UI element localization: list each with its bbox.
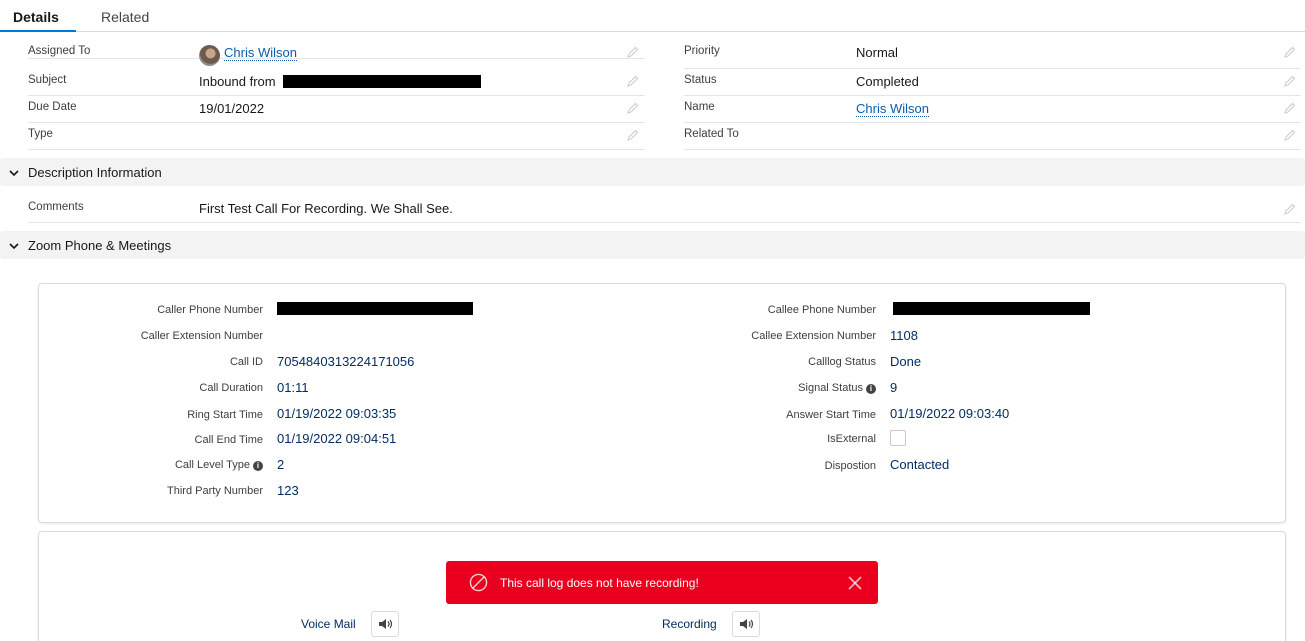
field-type: Type bbox=[28, 123, 645, 150]
tab-related[interactable]: Related bbox=[101, 0, 149, 32]
priority-value: Normal bbox=[856, 45, 898, 60]
voice-mail-play-button[interactable] bbox=[371, 611, 399, 637]
calllog-status-value: Done bbox=[890, 354, 922, 369]
third-party-value: 123 bbox=[277, 483, 299, 498]
section-zoom-phone[interactable]: Zoom Phone & Meetings bbox=[0, 231, 1305, 259]
signal-status-value: 9 bbox=[890, 380, 898, 395]
name-link[interactable]: Chris Wilson bbox=[856, 102, 929, 117]
call-level-type-text: Call Level Type bbox=[174, 459, 250, 471]
field-comments: Comments First Test Call For Recording. … bbox=[28, 196, 1301, 223]
edit-pencil-icon[interactable] bbox=[627, 75, 639, 87]
speaker-icon bbox=[379, 619, 393, 629]
subject-value: Inbound from bbox=[199, 74, 482, 89]
signal-status-label: Signal Status i bbox=[798, 382, 876, 394]
call-duration-value: 01:11 bbox=[277, 380, 309, 395]
third-party-label: Third Party Number bbox=[167, 485, 263, 497]
ban-icon bbox=[469, 573, 488, 592]
due-date-label: Due Date bbox=[28, 101, 77, 113]
edit-pencil-icon[interactable] bbox=[627, 46, 639, 58]
ring-start-label: Ring Start Time bbox=[187, 409, 263, 421]
recording-label: Recording bbox=[662, 617, 717, 631]
toast-message: This call log does not have recording! bbox=[500, 576, 699, 590]
tab-details[interactable]: Details bbox=[0, 0, 76, 32]
callee-extension-label: Callee Extension Number bbox=[751, 330, 876, 342]
field-priority: Priority Normal bbox=[684, 32, 1301, 69]
status-label: Status bbox=[684, 74, 717, 86]
field-status: Status Completed bbox=[684, 69, 1301, 96]
comments-value: First Test Call For Recording. We Shall … bbox=[199, 201, 453, 216]
caller-extension-label: Caller Extension Number bbox=[140, 330, 263, 342]
disposition-label: Dispostion bbox=[824, 460, 876, 472]
avatar bbox=[199, 45, 220, 66]
call-id-label: Call ID bbox=[229, 356, 263, 368]
assigned-to-link[interactable]: Chris Wilson bbox=[224, 45, 297, 61]
ring-start-value: 01/19/2022 09:03:35 bbox=[277, 406, 397, 421]
answer-start-value: 01/19/2022 09:03:40 bbox=[890, 406, 1010, 421]
edit-pencil-icon[interactable] bbox=[1284, 75, 1296, 87]
status-value: Completed bbox=[856, 74, 919, 89]
subject-text: Inbound from bbox=[199, 74, 276, 89]
call-id-value: 7054840313224171056 bbox=[277, 354, 415, 369]
answer-start-label: Answer Start Time bbox=[786, 409, 876, 421]
is-external-checkbox[interactable] bbox=[890, 430, 906, 446]
subject-label: Subject bbox=[28, 74, 67, 86]
record-tabs: Details Related bbox=[0, 0, 1305, 32]
redacted-block bbox=[893, 302, 1090, 315]
field-subject: Subject Inbound from bbox=[28, 69, 645, 96]
related-to-label: Related To bbox=[684, 128, 739, 140]
call-level-type-value: 2 bbox=[277, 457, 285, 472]
info-icon[interactable]: i bbox=[866, 384, 876, 394]
disposition-value: Contacted bbox=[890, 457, 950, 472]
voice-mail-label: Voice Mail bbox=[301, 617, 356, 631]
section-title: Zoom Phone & Meetings bbox=[28, 238, 172, 253]
recording-play-button[interactable] bbox=[732, 611, 760, 637]
section-description[interactable]: Description Information bbox=[0, 158, 1305, 186]
call-end-value: 01/19/2022 09:04:51 bbox=[277, 431, 397, 446]
redacted-block bbox=[277, 302, 473, 315]
due-date-value: 19/01/2022 bbox=[199, 101, 265, 116]
type-label: Type bbox=[28, 128, 53, 140]
chevron-down-icon bbox=[9, 243, 19, 250]
error-toast: This call log does not have recording! bbox=[446, 561, 878, 604]
callee-phone-label: Callee Phone Number bbox=[767, 304, 876, 316]
close-icon[interactable] bbox=[847, 575, 863, 591]
call-end-label: Call End Time bbox=[194, 434, 263, 446]
call-duration-label: Call Duration bbox=[199, 382, 263, 394]
signal-status-text: Signal Status bbox=[798, 382, 863, 394]
edit-pencil-icon[interactable] bbox=[627, 129, 639, 141]
field-assigned-to: Assigned To bbox=[28, 32, 645, 59]
section-title: Description Information bbox=[28, 165, 162, 180]
field-name: Name Chris Wilson bbox=[684, 96, 1301, 123]
name-label: Name bbox=[684, 101, 715, 113]
speaker-icon bbox=[740, 619, 754, 629]
call-level-type-label: Call Level Type i bbox=[175, 459, 263, 471]
edit-pencil-icon[interactable] bbox=[1284, 102, 1296, 114]
redacted-block bbox=[283, 75, 482, 88]
is-external-label: IsExternal bbox=[827, 433, 876, 445]
info-icon[interactable]: i bbox=[253, 461, 263, 471]
edit-pencil-icon[interactable] bbox=[1284, 46, 1296, 58]
callee-extension-value: 1108 bbox=[890, 328, 918, 343]
chevron-down-icon bbox=[9, 170, 19, 177]
edit-pencil-icon[interactable] bbox=[627, 102, 639, 114]
caller-phone-label: Caller Phone Number bbox=[157, 304, 263, 316]
field-related-to: Related To bbox=[684, 123, 1301, 150]
edit-pencil-icon[interactable] bbox=[1284, 203, 1296, 215]
priority-label: Priority bbox=[684, 45, 720, 57]
field-due-date: Due Date 19/01/2022 bbox=[28, 96, 645, 123]
assigned-to-label: Assigned To bbox=[28, 45, 91, 57]
calllog-status-label: Calllog Status bbox=[808, 356, 876, 368]
edit-pencil-icon[interactable] bbox=[1284, 129, 1296, 141]
comments-label: Comments bbox=[28, 201, 84, 213]
